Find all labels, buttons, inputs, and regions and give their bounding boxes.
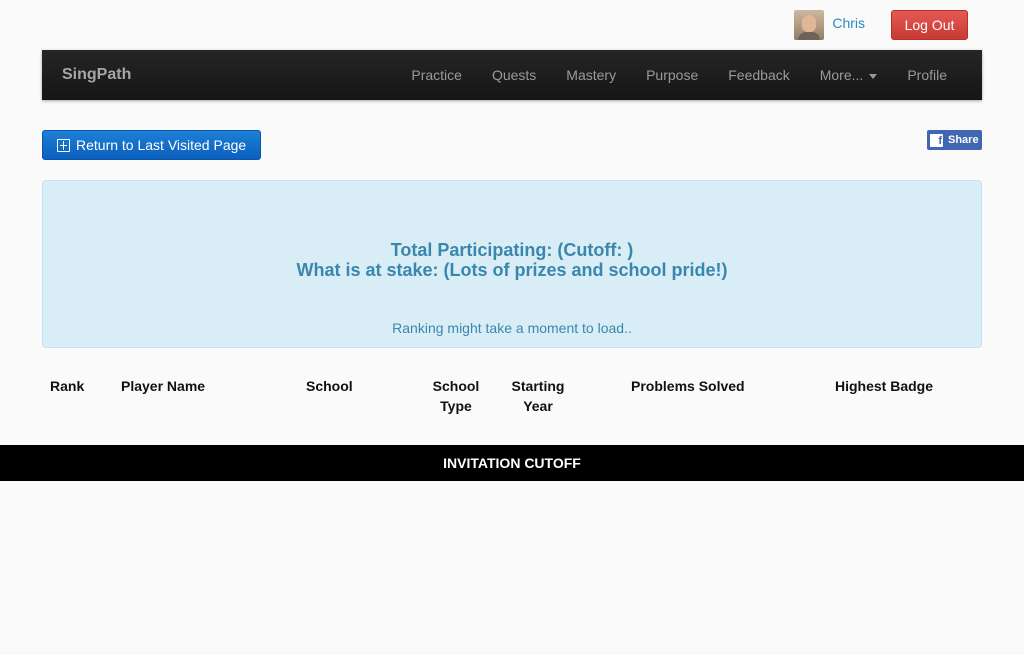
user-area: Chris Log Out <box>794 10 968 40</box>
nav-item-label: More... <box>819 67 864 83</box>
column-header-starting-year: Starting Year <box>511 378 565 414</box>
nav-item-purpose[interactable]: Purpose <box>631 50 713 100</box>
facebook-share-button[interactable]: f Share <box>927 130 982 150</box>
ranking-loading-note: Ranking might take a moment to load.. <box>392 320 632 336</box>
nav-item-label: Feedback <box>728 67 790 83</box>
return-button-label: Return to Last Visited Page <box>76 137 247 153</box>
invitation-cutoff-label: INVITATION CUTOFF <box>443 455 581 471</box>
ranking-table-header: Rank Player Name School School Type Star… <box>42 376 982 426</box>
column-header-rank: Rank <box>50 378 85 394</box>
username-link[interactable]: Chris <box>832 15 865 31</box>
facebook-icon: f <box>930 133 943 147</box>
column-header-school-type: School Type <box>432 378 480 414</box>
return-to-last-page-button[interactable]: Return to Last Visited Page <box>42 130 261 160</box>
column-header-problems-solved: Problems Solved <box>631 378 745 394</box>
nav-item-feedback[interactable]: Feedback <box>713 50 804 100</box>
nav-item-label: Mastery <box>566 67 617 83</box>
share-label: Share <box>948 134 979 146</box>
nav-menu: Practice Quests Mastery Purpose Feedback… <box>396 50 982 100</box>
column-header-school: School <box>306 378 353 394</box>
invitation-cutoff-bar: INVITATION CUTOFF <box>0 445 1024 481</box>
nav-item-label: Profile <box>907 67 947 83</box>
stakes-text: What is at stake: (Lots of prizes and sc… <box>296 260 728 280</box>
nav-item-label: Practice <box>411 67 462 83</box>
info-panel: Total Participating: (Cutoff: ) What is … <box>42 180 982 348</box>
column-header-player-name: Player Name <box>121 378 206 394</box>
nav-item-practice[interactable]: Practice <box>396 50 477 100</box>
logout-button[interactable]: Log Out <box>891 10 968 40</box>
nav-item-label: Purpose <box>646 67 699 83</box>
caret-down-icon <box>869 73 878 79</box>
nav-item-mastery[interactable]: Mastery <box>551 50 631 100</box>
nav-item-label: Quests <box>491 67 537 83</box>
total-participating-text: Total Participating: (Cutoff: ) <box>390 240 634 260</box>
nav-item-profile[interactable]: Profile <box>892 50 982 100</box>
column-header-highest-badge: Highest Badge <box>835 378 934 394</box>
nav-item-quests[interactable]: Quests <box>477 50 551 100</box>
avatar[interactable] <box>794 10 825 40</box>
nav-item-more-dropdown[interactable]: More... <box>805 50 893 100</box>
return-icon <box>57 138 70 152</box>
navbar: SingPath Practice Quests Mastery Purpose… <box>42 50 982 100</box>
brand-logo[interactable]: SingPath <box>62 66 131 84</box>
